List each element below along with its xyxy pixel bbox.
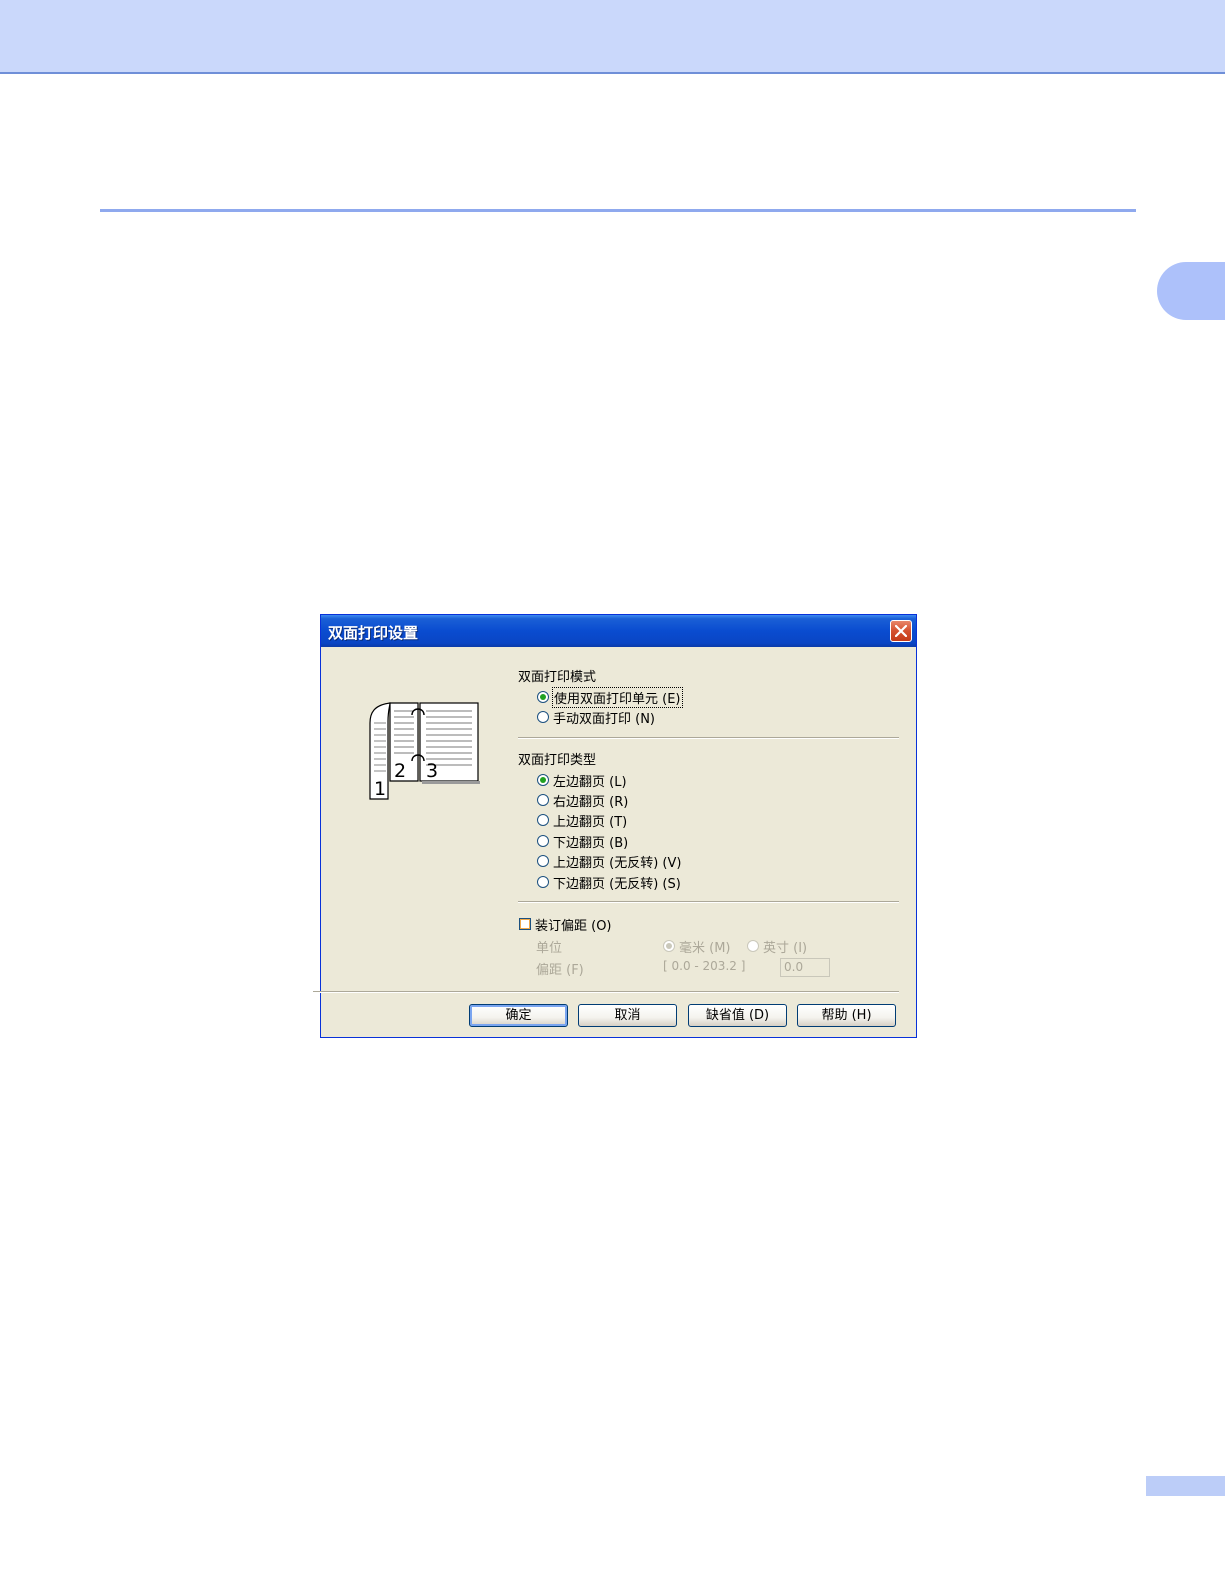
radio-bottom-flip[interactable]: 下边翻页 (B) bbox=[537, 832, 629, 851]
duplex-type-label: 双面打印类型 bbox=[518, 753, 597, 768]
separator bbox=[518, 737, 899, 739]
radio-label: 毫米 (M) bbox=[679, 940, 731, 956]
radio-right-flip[interactable]: 右边翻页 (R) bbox=[537, 791, 629, 810]
page-number-badge bbox=[1146, 1476, 1225, 1496]
ok-button[interactable]: 确定 bbox=[469, 1004, 568, 1027]
dialog-client: 2 3 1 双面打印模式 使用双面打印单元 (E) 手动双面打印 (N) 双面打… bbox=[313, 647, 913, 1034]
title-underline bbox=[100, 209, 1136, 212]
radio-label: 上边翻页 (无反转) (V) bbox=[553, 855, 682, 871]
radio-use-duplex-unit[interactable]: 使用双面打印单元 (E) bbox=[537, 686, 683, 708]
offset-label: 偏距 (F) bbox=[536, 963, 584, 978]
radio-button[interactable] bbox=[537, 691, 549, 703]
page-number-1: 1 bbox=[374, 778, 386, 800]
radio-button[interactable] bbox=[537, 711, 549, 723]
cancel-button[interactable]: 取消 bbox=[578, 1004, 677, 1027]
radio-button[interactable] bbox=[747, 940, 759, 952]
page-header-band bbox=[0, 0, 1225, 74]
help-button[interactable]: 帮助 (H) bbox=[797, 1004, 896, 1027]
radio-button[interactable] bbox=[663, 940, 675, 952]
radio-label: 英寸 (I) bbox=[763, 940, 808, 956]
radio-button[interactable] bbox=[537, 876, 549, 888]
page-number-3: 3 bbox=[426, 760, 438, 782]
radio-button[interactable] bbox=[537, 774, 549, 786]
close-icon bbox=[895, 625, 907, 637]
binding-offset-checkbox[interactable] bbox=[519, 918, 531, 930]
radio-label: 右边翻页 (R) bbox=[553, 794, 629, 810]
radio-label: 上边翻页 (T) bbox=[553, 814, 628, 830]
radio-label: 下边翻页 (无反转) (S) bbox=[553, 876, 681, 892]
binding-offset-label: 装订偏距 (O) bbox=[535, 918, 612, 934]
footer-marks bbox=[0, 1570, 160, 1581]
separator bbox=[518, 901, 899, 903]
unit-label: 单位 bbox=[536, 941, 563, 956]
offset-range: [ 0.0 - 203.2 ] bbox=[663, 959, 746, 973]
chapter-tab bbox=[1157, 262, 1225, 320]
duplex-mode-label: 双面打印模式 bbox=[518, 670, 597, 685]
page-number-2: 2 bbox=[394, 760, 406, 782]
radio-label: 手动双面打印 (N) bbox=[553, 711, 656, 727]
close-button[interactable] bbox=[890, 620, 912, 642]
binding-offset-checkbox-row[interactable]: 装订偏距 (O) bbox=[519, 915, 612, 934]
radio-top-flip-no-rotate[interactable]: 上边翻页 (无反转) (V) bbox=[537, 852, 682, 871]
radio-unit-inch[interactable]: 英寸 (I) bbox=[747, 937, 808, 956]
radio-manual-duplex[interactable]: 手动双面打印 (N) bbox=[537, 708, 656, 727]
radio-label: 使用双面打印单元 (E) bbox=[552, 686, 683, 708]
dialog-title: 双面打印设置 bbox=[328, 624, 419, 642]
radio-left-flip[interactable]: 左边翻页 (L) bbox=[537, 771, 627, 790]
radio-button[interactable] bbox=[537, 794, 549, 806]
radio-top-flip[interactable]: 上边翻页 (T) bbox=[537, 811, 628, 830]
dialog-titlebar[interactable]: 双面打印设置 bbox=[321, 615, 916, 647]
default-button[interactable]: 缺省值 (D) bbox=[688, 1004, 787, 1027]
radio-button[interactable] bbox=[537, 835, 549, 847]
offset-input[interactable]: 0.0 bbox=[780, 958, 830, 977]
radio-bottom-flip-no-rotate[interactable]: 下边翻页 (无反转) (S) bbox=[537, 873, 681, 892]
radio-button[interactable] bbox=[537, 814, 549, 826]
separator bbox=[313, 991, 899, 993]
radio-unit-mm[interactable]: 毫米 (M) bbox=[663, 937, 731, 956]
radio-label: 左边翻页 (L) bbox=[553, 774, 627, 790]
duplex-settings-dialog: 双面打印设置 2 3 1 双面打印模式 使用双面打印单元 (E) 手动双面打印 … bbox=[313, 614, 917, 1038]
radio-button[interactable] bbox=[537, 855, 549, 867]
radio-label: 下边翻页 (B) bbox=[553, 835, 629, 851]
duplex-book-icon: 2 3 1 bbox=[369, 702, 480, 800]
